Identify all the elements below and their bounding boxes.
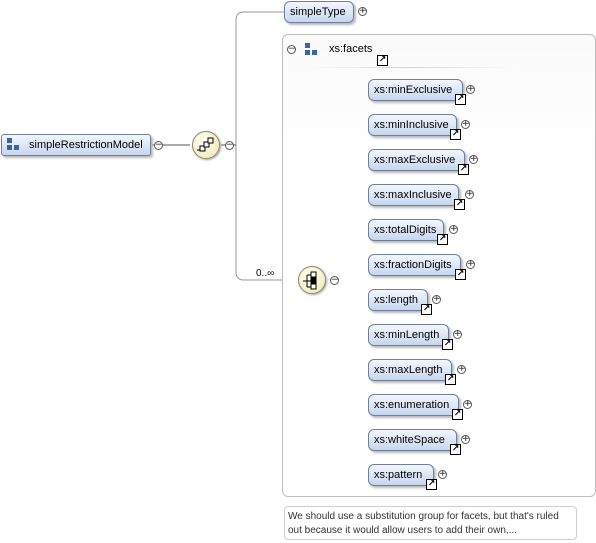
collapse-icon[interactable]: − [154,141,163,150]
reference-arrow-icon: ↗ [437,234,448,245]
facet-element[interactable]: xs:minInclusive [368,114,457,136]
sequence-compositor-icon[interactable] [192,131,220,159]
expand-icon[interactable]: + [453,330,462,339]
reference-arrow-icon: ↗ [455,269,466,280]
reference-arrow-icon: ↗ [458,164,469,175]
facet-element[interactable]: xs:totalDigits [368,219,444,241]
expand-icon[interactable]: + [438,470,447,479]
reference-arrow-icon: ↗ [377,55,388,66]
expand-icon[interactable]: + [466,260,475,269]
facet-element[interactable]: xs:minLength [368,324,449,346]
reference-arrow-icon: ↗ [445,374,456,385]
reference-arrow-icon: ↗ [455,94,466,105]
root-label: simpleRestrictionModel [29,139,143,151]
choice-compositor-icon[interactable] [298,266,326,294]
expand-icon[interactable]: + [457,365,466,374]
reference-arrow-icon: ↗ [426,479,437,490]
facet-element[interactable]: xs:minExclusive [368,79,463,101]
reference-arrow-icon: ↗ [452,409,463,420]
facet-element[interactable]: xs:length [368,289,428,311]
collapse-icon[interactable]: − [287,45,296,54]
occurrence-label: 0..∞ [256,268,275,279]
expand-icon[interactable]: + [461,120,470,129]
expand-icon[interactable]: + [461,435,470,444]
reference-arrow-icon: ↗ [450,444,461,455]
expand-icon[interactable]: + [449,225,458,234]
annotation-note: We should use a substitution group for f… [284,506,577,540]
expand-icon[interactable]: + [358,7,367,16]
reference-arrow-icon: ↗ [421,304,432,315]
facet-element[interactable]: xs:maxLength [368,359,452,381]
facet-element[interactable]: xs:pattern [368,464,434,486]
facet-element[interactable]: xs:whiteSpace [368,429,457,451]
facet-element[interactable]: xs:enumeration [368,394,459,416]
expand-icon[interactable]: + [469,155,478,164]
expand-icon[interactable]: + [465,190,474,199]
reference-arrow-icon: ↗ [450,129,461,140]
facets-group-label: xs:facets [329,43,373,55]
reference-arrow-icon: ↗ [454,199,465,210]
root-node[interactable]: simpleRestrictionModel [1,134,151,156]
collapse-icon[interactable]: − [225,141,234,150]
facet-element[interactable]: xs:maxExclusive [368,149,465,171]
expand-icon[interactable]: + [466,85,475,94]
expand-icon[interactable]: + [463,400,472,409]
facet-element[interactable]: xs:fractionDigits [368,254,461,276]
group-icon [7,138,21,152]
collapse-icon[interactable]: − [330,276,339,285]
simple-type-label: simpleType [290,6,346,18]
group-divider [300,67,520,68]
expand-icon[interactable]: + [432,295,441,304]
reference-arrow-icon: ↗ [442,339,453,350]
group-icon [305,43,319,57]
simple-type-node[interactable]: simpleType [284,1,354,23]
facet-element[interactable]: xs:maxInclusive [368,184,459,206]
